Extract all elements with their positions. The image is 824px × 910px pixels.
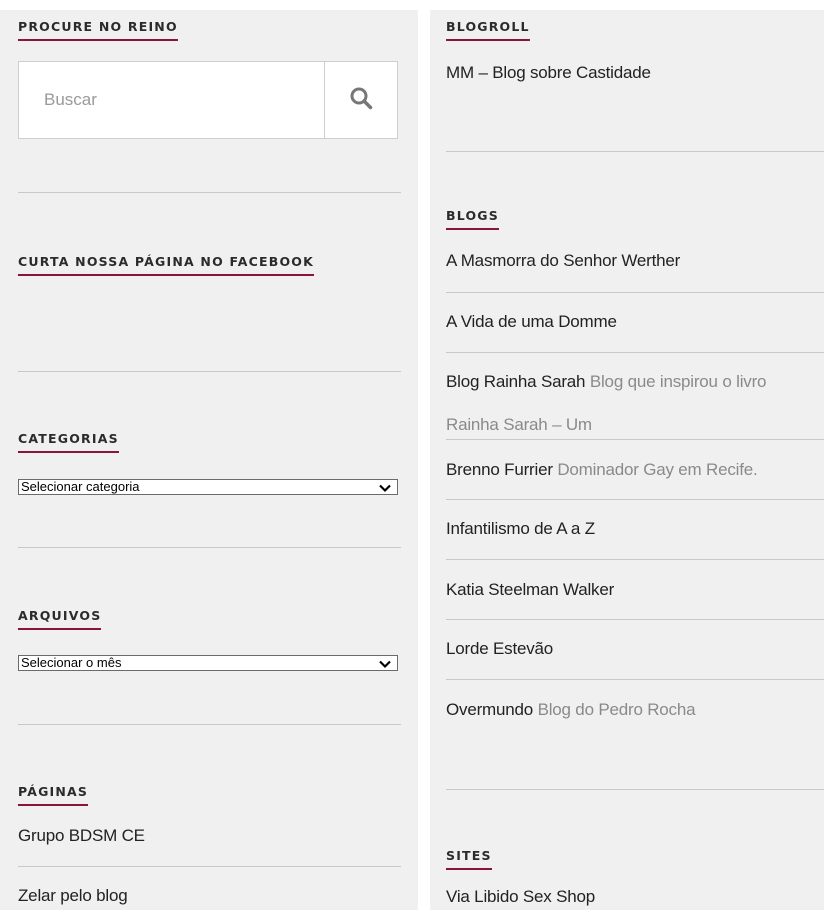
- blog-link-katia[interactable]: Katia Steelman Walker: [446, 580, 614, 600]
- blogs-widget-heading: BLOGS: [446, 208, 499, 230]
- blog-link-infantilismo[interactable]: Infantilismo de A a Z: [446, 519, 595, 539]
- separator: [446, 151, 824, 152]
- blog-link-masmorra[interactable]: A Masmorra do Senhor Werther: [446, 251, 680, 271]
- facebook-widget-heading: CURTA NOSSA PÁGINA NO FACEBOOK: [18, 254, 315, 276]
- separator: [18, 192, 401, 193]
- separator: [18, 866, 401, 867]
- chevron-down-icon: [379, 658, 391, 672]
- search-icon: [349, 86, 373, 115]
- archives-widget-heading: ARQUIVOS: [18, 608, 102, 630]
- blog-description: Blog que inspirou o livro: [589, 372, 767, 391]
- separator: [446, 619, 824, 620]
- separator: [446, 292, 824, 293]
- search-form: [18, 61, 398, 139]
- archives-select[interactable]: Selecionar o mês: [18, 655, 398, 671]
- blog-link-vida-domme[interactable]: A Vida de uma Domme: [446, 312, 617, 332]
- blog-link-brenno-furrier[interactable]: Brenno Furrier: [446, 460, 553, 479]
- separator: [446, 352, 824, 353]
- blog-description-continued: Rainha Sarah – Um: [446, 415, 592, 434]
- separator: [446, 499, 824, 500]
- page-link-grupo-bdsm-ce[interactable]: Grupo BDSM CE: [18, 826, 145, 846]
- right-sidebar: BLOGROLL MM – Blog sobre Castidade BLOGS…: [430, 10, 824, 910]
- separator: [446, 439, 824, 440]
- categories-select-value: Selecionar categoria: [21, 479, 140, 494]
- left-sidebar: PROCURE NO REINO CURTA NOSSA PÁGINA NO F…: [0, 10, 418, 910]
- blog-link-rainha-sarah[interactable]: Blog Rainha Sarah: [446, 372, 586, 391]
- separator: [18, 724, 401, 725]
- separator: [446, 679, 824, 680]
- blog-link-overmundo[interactable]: Overmundo: [446, 700, 533, 719]
- pages-widget-heading: PÁGINAS: [18, 784, 89, 806]
- separator: [18, 547, 401, 548]
- separator: [18, 371, 401, 372]
- search-input[interactable]: [19, 62, 324, 138]
- blog-description: Blog do Pedro Rocha: [537, 700, 696, 719]
- page-link-zelar-pelo-blog[interactable]: Zelar pelo blog: [18, 886, 128, 906]
- blog-description: Dominador Gay em Recife.: [557, 460, 758, 479]
- blog-item-brenno: Brenno Furrier Dominador Gay em Recife.: [446, 460, 758, 480]
- blogroll-widget-heading: BLOGROLL: [446, 19, 530, 41]
- sites-widget-heading: SITES: [446, 848, 492, 870]
- categories-select[interactable]: Selecionar categoria: [18, 479, 398, 495]
- separator: [446, 559, 824, 560]
- blogroll-link-mm[interactable]: MM – Blog sobre Castidade: [446, 63, 651, 83]
- search-button[interactable]: [324, 62, 397, 138]
- separator: [446, 789, 824, 790]
- archives-select-value: Selecionar o mês: [21, 655, 122, 670]
- blog-item-overmundo: Overmundo Blog do Pedro Rocha: [446, 700, 696, 720]
- blog-link-lorde-estevao[interactable]: Lorde Estevão: [446, 639, 553, 659]
- categories-widget-heading: CATEGORIAS: [18, 431, 119, 453]
- site-link-via-libido[interactable]: Via Libido Sex Shop: [446, 887, 595, 907]
- search-widget-heading: PROCURE NO REINO: [18, 19, 178, 41]
- blog-item-rainha-sarah: Blog Rainha Sarah Blog que inspirou o li…: [446, 372, 766, 392]
- chevron-down-icon: [379, 482, 391, 496]
